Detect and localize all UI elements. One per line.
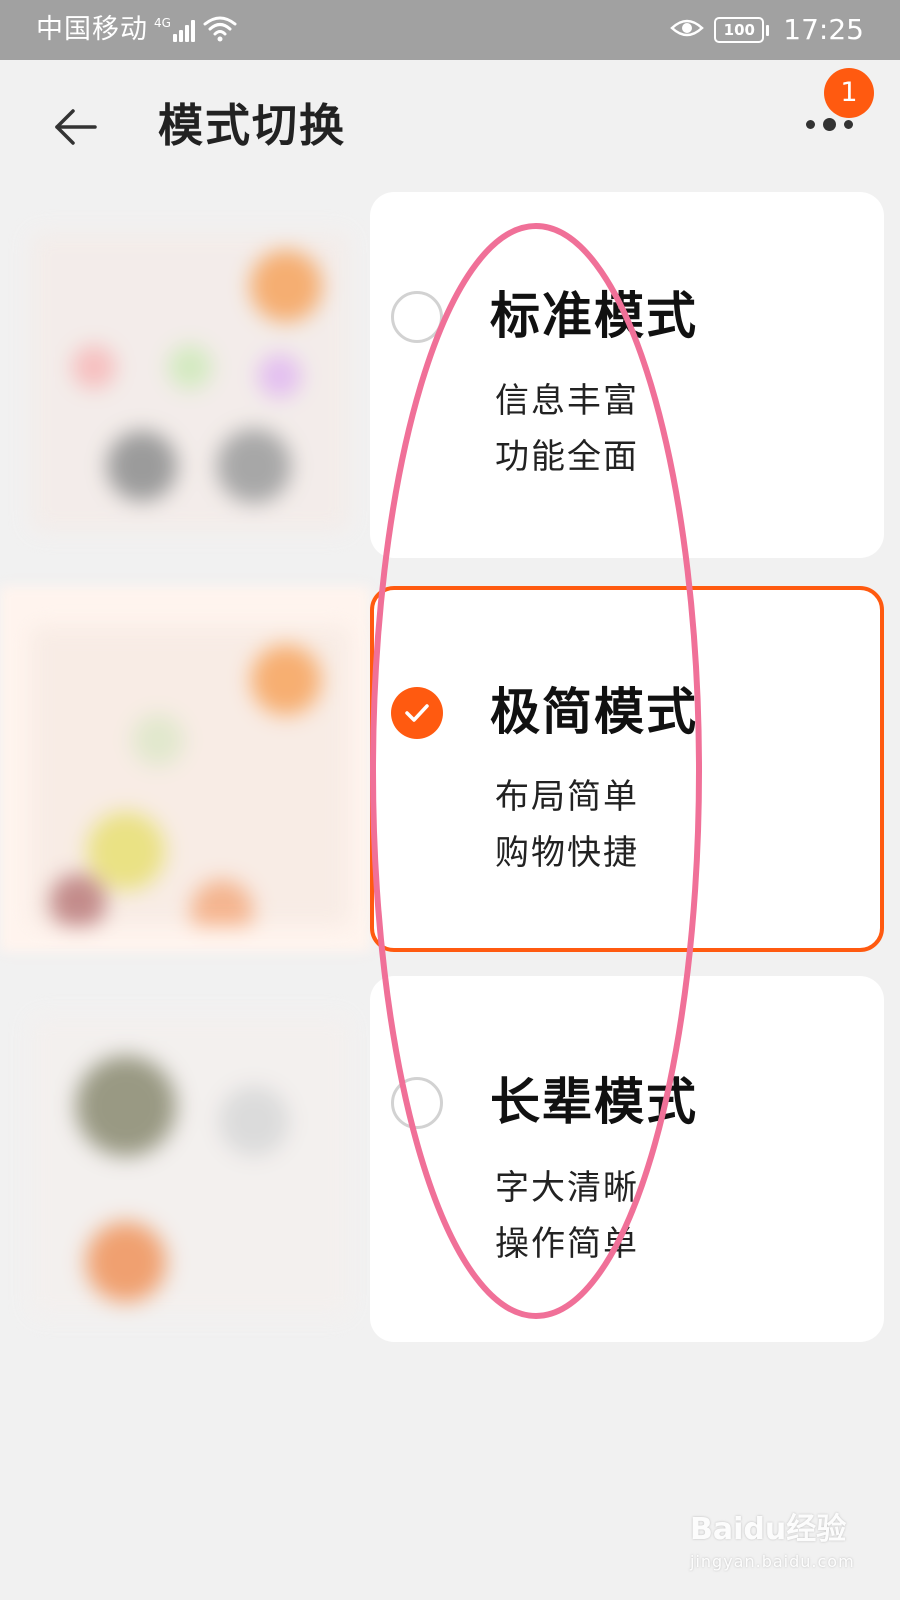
mode-radio-standard[interactable] [391, 291, 443, 343]
mode-card-minimal[interactable]: 极简模式 布局简单 购物快捷 [0, 586, 884, 952]
status-right: 100 17:25 [670, 12, 864, 48]
status-left: 中国移动 4G [36, 12, 237, 48]
mode-desc-line2: 功能全面 [495, 437, 639, 477]
mode-preview-image [30, 1016, 350, 1316]
mode-name: 长辈模式 [490, 1073, 698, 1131]
battery-level: 100 [714, 17, 765, 43]
check-icon [405, 704, 429, 722]
mode-desc-line2: 操作简单 [495, 1224, 639, 1264]
mode-card-elder[interactable]: 长辈模式 字大清晰 操作简单 [0, 976, 884, 1342]
mode-desc-line1: 布局简单 [495, 777, 639, 817]
mode-card-standard[interactable]: 标准模式 信息丰富 功能全面 [0, 192, 884, 558]
back-button[interactable] [48, 102, 104, 152]
mode-desc-line1: 信息丰富 [495, 381, 639, 421]
signal-icon [172, 18, 197, 42]
battery-icon: 100 [714, 17, 770, 43]
mode-desc-line2: 购物快捷 [495, 833, 639, 873]
carrier-name: 中国移动 [36, 14, 148, 45]
status-bar: 中国移动 4G 100 17:25 [0, 0, 900, 60]
wifi-icon [203, 14, 237, 46]
network-type: 4G [154, 16, 171, 30]
watermark-brand: Baidu经验 [690, 1512, 847, 1547]
app-header: 模式切换 [0, 60, 900, 190]
more-dots-icon [806, 118, 861, 131]
mode-radio-minimal[interactable] [391, 687, 443, 739]
watermark-url: jingyan.baidu.com [690, 1552, 855, 1571]
mode-radio-elder[interactable] [391, 1077, 443, 1129]
arrow-left-icon [55, 109, 97, 145]
page-title: 模式切换 [158, 99, 347, 152]
clock: 17:25 [783, 13, 864, 46]
mode-preview-image [30, 232, 350, 532]
mode-desc-line1: 字大清晰 [495, 1168, 639, 1208]
mode-name: 极简模式 [490, 683, 698, 741]
notification-badge: 1 [824, 68, 874, 118]
watermark: Baidu经验 jingyan.baidu.com [686, 1504, 866, 1584]
mode-name: 标准模式 [490, 287, 698, 345]
mode-preview-image [30, 626, 350, 926]
eye-comfort-icon [670, 16, 705, 44]
